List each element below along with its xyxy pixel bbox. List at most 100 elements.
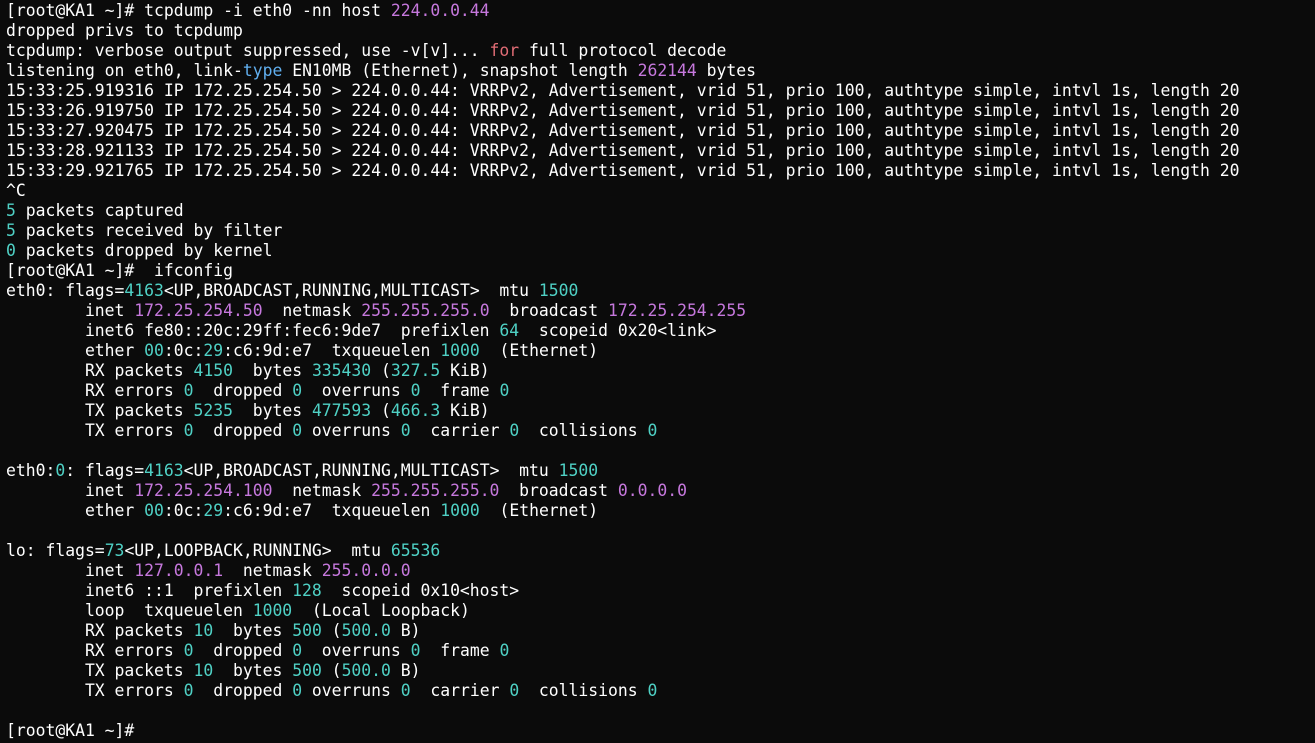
terminal-text: 0.0.0.0: [617, 481, 687, 500]
terminal-text: 15:33:25.919316 IP 172.25.254.50 > 224.0…: [6, 81, 1240, 100]
terminal-text: 15:33:28.921133 IP 172.25.254.50 > 224.0…: [6, 141, 1240, 160]
terminal-text: (Local Loopback): [292, 601, 470, 620]
terminal-text: 0: [410, 641, 421, 660]
terminal-text: 262144: [637, 61, 697, 80]
terminal-text: 0: [499, 641, 510, 660]
terminal-window[interactable]: [root@KA1 ~]# tcpdump -i eth0 -nn host 2…: [0, 0, 1315, 743]
terminal-text: for: [489, 41, 520, 60]
terminal-line: RX packets 4150 bytes 335430 (327.5 KiB): [6, 361, 1315, 381]
terminal-text: carrier: [410, 681, 510, 700]
terminal-line: eth0:0: flags=4163<UP,BROADCAST,RUNNING,…: [6, 461, 1315, 481]
terminal-text: carrier: [410, 421, 510, 440]
terminal-text: 65536: [390, 541, 441, 560]
terminal-text: EN10MB (Ethernet), snapshot length: [282, 61, 638, 80]
terminal-text: eth0:: [6, 461, 56, 480]
terminal-text: 128: [292, 581, 322, 600]
terminal-text: :0c:: [163, 341, 204, 360]
terminal-line: inet 172.25.254.100 netmask 255.255.255.…: [6, 481, 1315, 501]
terminal-text: 1000: [440, 501, 480, 520]
terminal-line: 15:33:26.919750 IP 172.25.254.50 > 224.0…: [6, 101, 1315, 121]
terminal-text: 255.255.255.0: [361, 301, 490, 320]
terminal-text: dropped: [193, 641, 293, 660]
terminal-text: 0: [55, 461, 66, 480]
terminal-line: [root@KA1 ~]#: [6, 721, 1315, 741]
terminal-text: 500: [292, 621, 322, 640]
terminal-line: 5 packets received by filter: [6, 221, 1315, 241]
terminal-text: bytes: [213, 621, 293, 640]
terminal-text: 0: [6, 241, 16, 260]
terminal-text: 500: [292, 661, 322, 680]
terminal-text: inet: [6, 481, 135, 500]
terminal-text: <UP,BROADCAST,RUNNING,MULTICAST> mtu: [163, 281, 539, 300]
terminal-text: 255.255.255.0: [371, 481, 500, 500]
terminal-text: packets captured: [15, 201, 184, 220]
terminal-text: RX errors: [6, 641, 184, 660]
terminal-line: ^C: [6, 181, 1315, 201]
terminal-text: 172.25.254.50: [134, 301, 263, 320]
terminal-text: 15:33:27.920475 IP 172.25.254.50 > 224.0…: [6, 121, 1240, 140]
terminal-text: broadcast: [489, 301, 608, 320]
terminal-text: bytes: [696, 61, 757, 80]
terminal-text: inet: [6, 301, 135, 320]
terminal-text: dropped: [193, 681, 293, 700]
terminal-text: 500.0: [341, 621, 391, 640]
terminal-text: 0: [292, 641, 303, 660]
terminal-text: collisions: [519, 681, 648, 700]
terminal-line: loop txqueuelen 1000 (Local Loopback): [6, 601, 1315, 621]
terminal-line: tcpdump: verbose output suppressed, use …: [6, 41, 1315, 61]
terminal-line: 0 packets dropped by kernel: [6, 241, 1315, 261]
terminal-text: 335430: [311, 361, 372, 380]
terminal-text: scopeid 0x10<host>: [321, 581, 520, 600]
terminal-text: netmask: [223, 561, 322, 580]
terminal-text: frame: [420, 381, 500, 400]
terminal-line: 15:33:29.921765 IP 172.25.254.50 > 224.0…: [6, 161, 1315, 181]
terminal-text: tcpdump: verbose output suppressed, use …: [6, 41, 490, 60]
terminal-text: TX errors: [6, 421, 184, 440]
terminal-text: inet6 ::1 prefixlen: [6, 581, 293, 600]
terminal-text: 0: [292, 421, 303, 440]
terminal-text: 29: [203, 341, 224, 360]
terminal-text: 1500: [558, 461, 599, 480]
terminal-text: 127.0.0.1: [134, 561, 224, 580]
terminal-line: TX packets 10 bytes 500 (500.0 B): [6, 661, 1315, 681]
terminal-text: ^C: [6, 181, 26, 200]
terminal-text: :c6:9d:e7 txqueuelen: [223, 501, 441, 520]
terminal-text: 00: [144, 501, 164, 520]
terminal-text: 224.0.0.44: [390, 1, 490, 20]
terminal-text: 10: [193, 621, 214, 640]
terminal-line: [root@KA1 ~]# tcpdump -i eth0 -nn host 2…: [6, 1, 1315, 21]
terminal-text: (Ethernet): [479, 341, 599, 360]
terminal-text: 172.25.254.100: [134, 481, 273, 500]
terminal-text: 0: [183, 641, 194, 660]
terminal-line: [root@KA1 ~]# ifconfig: [6, 261, 1315, 281]
terminal-line: TX errors 0 dropped 0 overruns 0 carrier…: [6, 421, 1315, 441]
terminal-text: <UP,LOOPBACK,RUNNING> mtu: [124, 541, 391, 560]
terminal-text: 5: [6, 221, 16, 240]
terminal-text: bytes: [213, 661, 293, 680]
terminal-text: KiB): [440, 361, 490, 380]
terminal-text: 15:33:26.919750 IP 172.25.254.50 > 224.0…: [6, 101, 1240, 120]
terminal-text: 327.5: [390, 361, 441, 380]
terminal-text: :0c:: [163, 501, 204, 520]
terminal-line: listening on eth0, link-type EN10MB (Eth…: [6, 61, 1315, 81]
terminal-text: 0: [400, 681, 411, 700]
terminal-text: RX packets: [6, 361, 194, 380]
terminal-text: 73: [104, 541, 125, 560]
terminal-text: lo: flags=: [6, 541, 105, 560]
terminal-text: dropped privs to tcpdump: [6, 21, 243, 40]
terminal-text: dropped: [193, 421, 293, 440]
terminal-text: (: [321, 621, 342, 640]
terminal-text: collisions: [519, 421, 648, 440]
terminal-line: inet 127.0.0.1 netmask 255.0.0.0: [6, 561, 1315, 581]
terminal-text: 255.0.0.0: [321, 561, 411, 580]
terminal-line: inet6 fe80::20c:29ff:fec6:9de7 prefixlen…: [6, 321, 1315, 341]
terminal-line: 15:33:28.921133 IP 172.25.254.50 > 224.0…: [6, 141, 1315, 161]
terminal-line: TX packets 5235 bytes 477593 (466.3 KiB): [6, 401, 1315, 421]
terminal-text: bytes: [232, 361, 312, 380]
terminal-line: RX packets 10 bytes 500 (500.0 B): [6, 621, 1315, 641]
terminal-text: 1000: [440, 341, 480, 360]
terminal-text: 0: [183, 421, 194, 440]
terminal-text: 5: [6, 201, 16, 220]
terminal-text: dropped: [193, 381, 293, 400]
terminal-text: RX packets: [6, 621, 194, 640]
